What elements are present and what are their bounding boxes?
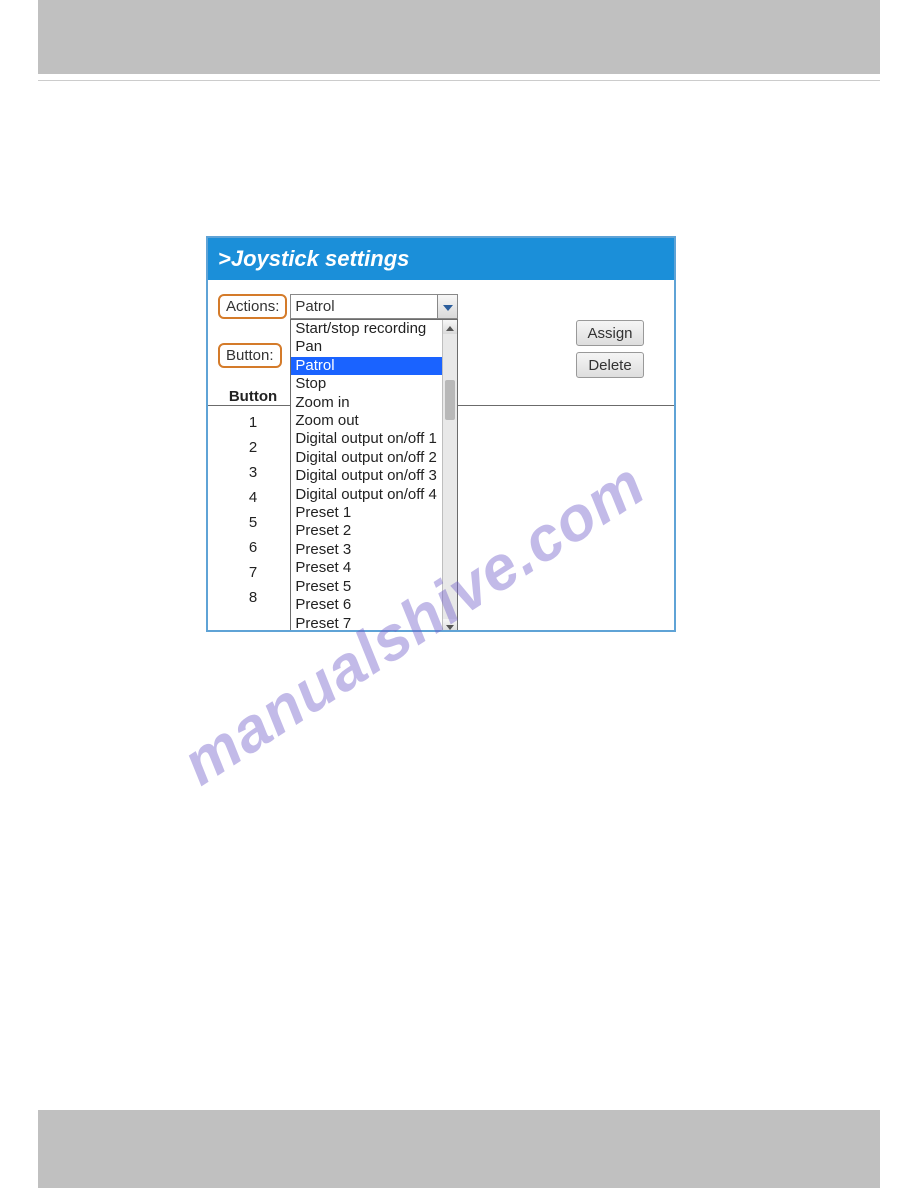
delete-button[interactable]: Delete [576,352,644,378]
dropdown-item[interactable]: Digital output on/off 3 [291,467,442,485]
table-cell-button-num: 1 [218,414,288,431]
assign-button-label: Assign [587,325,632,342]
page-footer-bar [38,1110,880,1188]
table-cell-button-num: 2 [218,439,288,456]
table-cell-button-num: 8 [218,589,288,606]
page-header-bar [38,0,880,74]
actions-dropdown[interactable]: Patrol Start/stop recordingPanPatrolStop… [290,294,458,319]
actions-dropdown-text: Patrol [291,298,437,315]
table-cell-button-num: 4 [218,489,288,506]
actions-label: Actions: [218,294,287,319]
dropdown-item[interactable]: Digital output on/off 2 [291,449,442,467]
dropdown-item[interactable]: Preset 1 [291,504,442,522]
action-buttons-group: Assign Delete [576,320,644,384]
delete-button-label: Delete [588,357,631,374]
page-header-underline [38,80,880,81]
joystick-settings-panel: >Joystick settings Actions: Patrol Start… [206,236,676,632]
button-label: Button: [218,343,282,368]
actions-row: Actions: Patrol Start/stop recordingPanP… [208,288,674,319]
table-cell-button-num: 5 [218,514,288,531]
dropdown-item[interactable]: Preset 5 [291,578,442,596]
chevron-down-icon [446,617,454,632]
dropdown-item[interactable]: Digital output on/off 4 [291,486,442,504]
actions-dropdown-button[interactable] [437,295,457,318]
dropdown-item[interactable]: Preset 4 [291,559,442,577]
table-cell-button-num: 6 [218,539,288,556]
table-cell-button-num: 7 [218,564,288,581]
chevron-up-icon [446,319,454,336]
chevron-down-icon [443,298,453,315]
scroll-down-arrow[interactable] [443,619,457,632]
scroll-thumb[interactable] [445,380,455,420]
dropdown-scrollbar[interactable] [442,320,457,632]
dropdown-item[interactable]: Preset 7 [291,615,442,633]
dropdown-item[interactable]: Preset 3 [291,541,442,559]
actions-dropdown-list: Start/stop recordingPanPatrolStopZoom in… [290,319,458,632]
dropdown-item[interactable]: Zoom in [291,394,442,412]
panel-title: >Joystick settings [208,238,674,280]
dropdown-item[interactable]: Pan [291,338,442,356]
dropdown-item[interactable]: Preset 6 [291,596,442,614]
scroll-up-arrow[interactable] [443,320,457,334]
table-header-button: Button [218,388,288,405]
dropdown-item[interactable]: Zoom out [291,412,442,430]
assign-button[interactable]: Assign [576,320,644,346]
dropdown-item[interactable]: Patrol [291,357,442,375]
dropdown-item[interactable]: Stop [291,375,442,393]
dropdown-item[interactable]: Digital output on/off 1 [291,430,442,448]
actions-dropdown-display[interactable]: Patrol [290,294,458,319]
dropdown-item[interactable]: Preset 2 [291,522,442,540]
dropdown-item[interactable]: Start/stop recording [291,320,442,338]
table-cell-button-num: 3 [218,464,288,481]
